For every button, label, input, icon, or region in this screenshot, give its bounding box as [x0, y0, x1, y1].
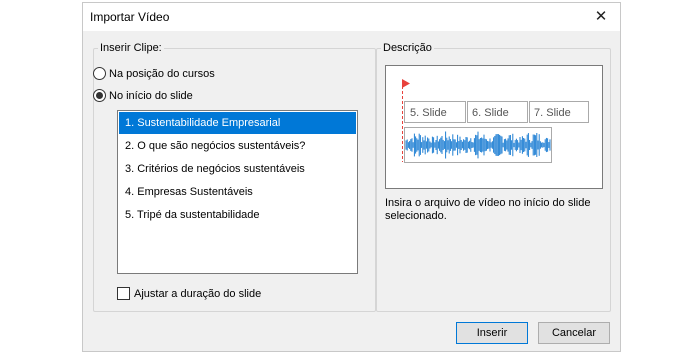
insert-clip-legend: Inserir Clipe: [100, 42, 162, 54]
list-item[interactable]: 3. Critérios de negócios sustentáveis [119, 158, 356, 180]
marker-flag-icon [402, 79, 410, 88]
radio-button-slide-start[interactable] [93, 89, 106, 102]
insert-button[interactable]: Inserir [456, 322, 528, 344]
timeline-illustration: 5. Slide 6. Slide 7. Slide [402, 79, 589, 163]
dialog-title: Importar Vídeo [90, 10, 170, 24]
fit-duration-label: Ajustar a duração do slide [134, 287, 262, 300]
radio-slide-start[interactable]: No início do slide [93, 89, 193, 102]
description-preview: 5. Slide 6. Slide 7. Slide [385, 65, 603, 189]
preview-slide-label: 5. Slide [410, 107, 447, 119]
cancel-button[interactable]: Cancelar [538, 322, 610, 344]
list-item[interactable]: 2. O que são negócios sustentáveis? [119, 135, 356, 157]
radio-button-cursor[interactable] [93, 67, 106, 80]
list-item[interactable]: 5. Tripé da sustentabilidade [119, 204, 356, 226]
description-legend: Descrição [383, 42, 432, 54]
radio-cursor-position[interactable]: Na posição do cursos [93, 67, 215, 80]
list-item[interactable]: 4. Empresas Sustentáveis [119, 181, 356, 203]
preview-slide-label: 7. Slide [534, 107, 571, 119]
list-item[interactable]: 1. Sustentabilidade Empresarial [119, 112, 356, 134]
close-icon[interactable]: ✕ [584, 3, 618, 31]
title-bar: Importar Vídeo ✕ [83, 3, 620, 31]
fit-duration-checkbox-row[interactable]: Ajustar a duração do slide [117, 287, 261, 300]
radio-label-cursor: Na posição do cursos [109, 67, 215, 80]
description-text: Insira o arquivo de vídeo no início do s… [385, 197, 591, 222]
preview-slide-label: 6. Slide [472, 107, 509, 119]
slide-list[interactable]: 1. Sustentabilidade Empresarial 2. O que… [117, 110, 358, 274]
import-video-dialog: Importar Vídeo ✕ Inserir Clipe: Na posiç… [82, 2, 621, 352]
fit-duration-checkbox[interactable] [117, 287, 130, 300]
radio-label-slide-start: No início do slide [109, 89, 193, 102]
